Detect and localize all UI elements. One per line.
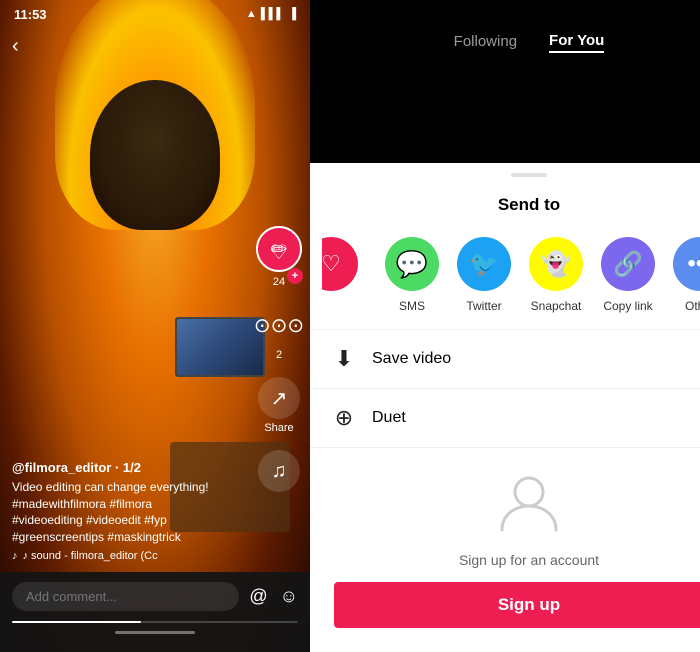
sms-icon: 💬 xyxy=(396,249,428,280)
back-button[interactable]: ‹ xyxy=(12,35,19,58)
comment-count: 2 xyxy=(276,349,282,361)
save-video-label: Save video xyxy=(372,350,451,368)
signup-text: Sign up for an account xyxy=(459,552,599,568)
progress-track xyxy=(12,621,298,623)
share-item-snapchat[interactable]: 👻 Snapchat xyxy=(520,237,592,313)
signal-icon: ▌▌▌ xyxy=(261,8,284,20)
copylink-label: Copy link xyxy=(603,299,652,313)
duet-row[interactable]: ⊕ Duet xyxy=(310,389,700,447)
signup-button[interactable]: Sign up xyxy=(334,582,700,628)
progress-fill xyxy=(12,621,141,623)
music-disc-icon: ♫ xyxy=(258,450,300,492)
duet-icon: ⊕ xyxy=(330,405,358,431)
top-navigation: Following For You 🔍 xyxy=(310,0,700,67)
sheet-handle xyxy=(310,163,700,177)
person-icon-container xyxy=(494,468,564,538)
share-partial-icon: ♡ xyxy=(322,237,358,291)
comment-input[interactable] xyxy=(12,582,239,611)
like-button[interactable]: ♡ 24 xyxy=(258,231,300,288)
share-item-copylink[interactable]: 🔗 Copy link xyxy=(592,237,664,313)
battery-icon: ▐ xyxy=(288,8,296,20)
copylink-icon-circle: 🔗 xyxy=(601,237,655,291)
save-video-icon: ⬇ xyxy=(330,346,358,372)
share-item-twitter[interactable]: 🐦 Twitter xyxy=(448,237,520,313)
sheet-header: Send to × xyxy=(310,177,700,229)
video-text-overlay: @filmora_editor · 1/2 Video editing can … xyxy=(12,460,250,562)
monitor-prop xyxy=(175,317,265,377)
other-icon: ••• xyxy=(687,250,700,278)
share-item-partial[interactable]: ♡ xyxy=(322,237,376,291)
sms-label: SMS xyxy=(399,299,425,313)
home-bar xyxy=(115,631,195,634)
snapchat-label: Snapchat xyxy=(531,299,582,313)
video-username: @filmora_editor · 1/2 xyxy=(12,460,250,475)
share-button[interactable]: ↗ Share xyxy=(258,377,300,434)
share-label: Share xyxy=(264,422,293,434)
share-item-other[interactable]: ••• Other xyxy=(664,237,700,313)
comment-icons: @ ☺ xyxy=(249,586,298,607)
music-text: ♪ sound - filmora_editor (Cc xyxy=(23,550,158,562)
video-description: Video editing can change everything! #ma… xyxy=(12,479,250,546)
music-info: ♪ ♪ sound - filmora_editor (Cc xyxy=(12,550,250,562)
bottom-bar: @ ☺ xyxy=(0,572,310,652)
character-head xyxy=(90,80,220,230)
signup-section: Sign up for an account Sign up xyxy=(310,448,700,652)
share-row: ♡ 💬 SMS 🐦 Twitter 👻 Snapchat xyxy=(310,229,700,329)
duet-label: Duet xyxy=(372,409,406,427)
twitter-icon-circle: 🐦 xyxy=(457,237,511,291)
monitor-screen xyxy=(177,319,263,375)
twitter-label: Twitter xyxy=(466,299,501,313)
wifi-icon: ▲ xyxy=(246,8,257,20)
share-item-sms[interactable]: 💬 SMS xyxy=(376,237,448,313)
music-disc-button[interactable]: ♫ xyxy=(258,450,300,492)
video-gap xyxy=(310,67,700,163)
share-icon: ↗ xyxy=(258,377,300,419)
comment-row: @ ☺ xyxy=(0,572,310,617)
copylink-icon: 🔗 xyxy=(613,250,643,279)
tab-following[interactable]: Following xyxy=(454,33,517,52)
heart-icon: ♡ xyxy=(258,231,300,273)
twitter-icon: 🐦 xyxy=(469,250,499,279)
home-indicator xyxy=(0,631,310,634)
person-icon xyxy=(494,468,564,538)
at-icon[interactable]: @ xyxy=(249,586,267,607)
comment-icon: ⊙⊙⊙ xyxy=(258,304,300,346)
status-time: 11:53 xyxy=(14,7,47,22)
like-count: 24 xyxy=(273,276,285,288)
sheet-title: Send to xyxy=(358,195,700,215)
status-bar: 11:53 ▲ ▌▌▌ ▐ xyxy=(0,0,310,28)
status-icons: ▲ ▌▌▌ ▐ xyxy=(246,8,296,20)
other-label: Other xyxy=(685,299,700,313)
partial-icon-glyph: ♡ xyxy=(322,251,341,277)
video-panel: 11:53 ▲ ▌▌▌ ▐ ‹ ✏ + ♡ 24 ⊙⊙⊙ 2 ↗ Share ♫… xyxy=(0,0,310,652)
save-video-row[interactable]: ⬇ Save video xyxy=(310,330,700,388)
snapchat-icon: 👻 xyxy=(541,250,571,279)
sms-icon-circle: 💬 xyxy=(385,237,439,291)
send-to-sheet: Send to × ♡ 💬 SMS 🐦 Twitter xyxy=(310,163,700,652)
comment-button[interactable]: ⊙⊙⊙ 2 xyxy=(258,304,300,361)
music-icon: ♪ xyxy=(12,550,18,562)
progress-bar[interactable] xyxy=(0,621,310,623)
right-actions: ♡ 24 ⊙⊙⊙ 2 ↗ Share ♫ xyxy=(258,231,300,492)
tab-for-you[interactable]: For You xyxy=(549,32,604,53)
other-icon-circle: ••• xyxy=(673,237,700,291)
snapchat-icon-circle: 👻 xyxy=(529,237,583,291)
nav-tabs: Following For You xyxy=(454,32,605,53)
right-panel: Following For You 🔍 Send to × ♡ � xyxy=(310,0,700,652)
emoji-icon[interactable]: ☺ xyxy=(280,586,298,607)
